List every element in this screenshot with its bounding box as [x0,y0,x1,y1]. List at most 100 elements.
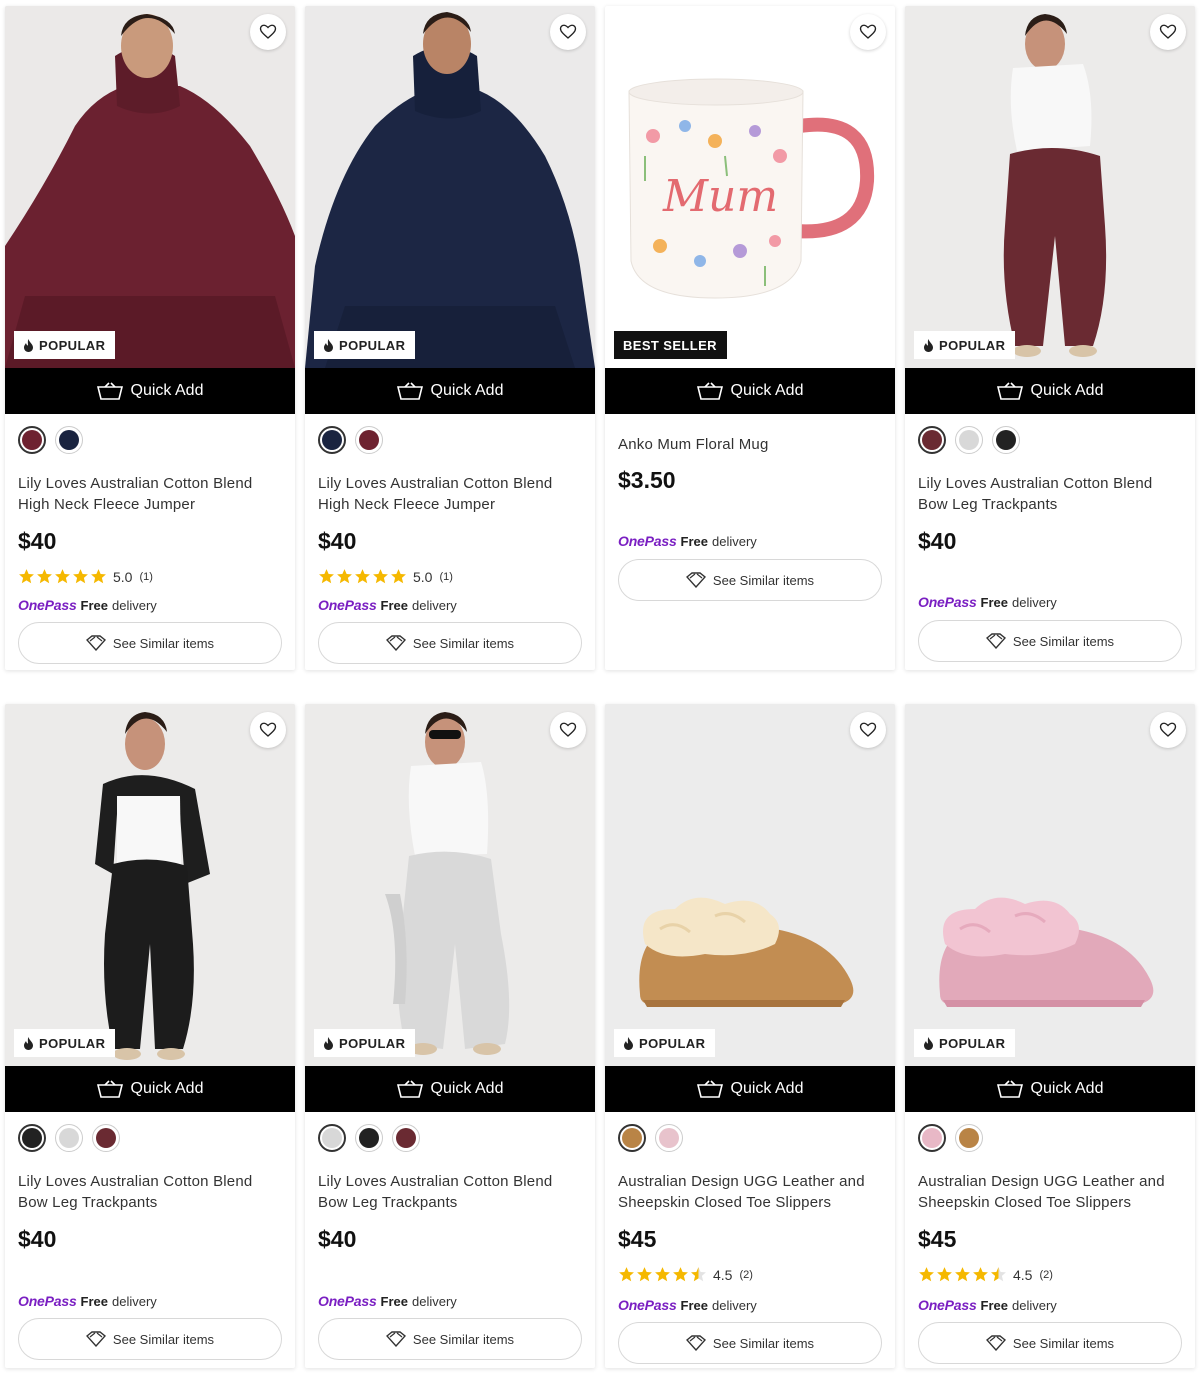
product-image[interactable]: POPULAR [605,704,895,1066]
color-swatch[interactable] [318,1124,346,1152]
onepass-delivery: OnePass Free delivery [318,1293,457,1309]
color-swatch[interactable] [355,1124,383,1152]
badge-label: POPULAR [339,337,406,353]
see-similar-button[interactable]: See Similar items [318,622,582,664]
product-card[interactable]: Mum BEST SELLER Quick Add Anko Mum Flora… [605,6,895,670]
product-grid: POPULAR Quick Add Lily Loves Australian … [0,0,1200,1377]
product-image[interactable]: POPULAR [5,704,295,1066]
basket-icon [996,382,1023,400]
see-similar-label: See Similar items [1012,633,1115,649]
free-label: Free [80,1293,108,1309]
color-swatch[interactable] [392,1124,420,1152]
similar-icon [685,572,706,588]
see-similar-button[interactable]: See Similar items [618,1322,882,1364]
star-icon [355,569,370,584]
onepass-delivery: OnePass Free delivery [618,1297,757,1313]
wishlist-button[interactable] [850,14,886,50]
color-swatch[interactable] [955,426,983,454]
product-title[interactable]: Lily Loves Australian Cotton Blend High … [318,473,582,515]
quick-add-button[interactable]: Quick Add [5,368,295,414]
see-similar-label: See Similar items [412,635,515,651]
product-image[interactable]: POPULAR [905,6,1195,368]
star-icon [955,1267,970,1282]
product-image[interactable]: POPULAR [305,6,595,368]
see-similar-button[interactable]: See Similar items [18,622,282,664]
color-swatch[interactable] [618,1124,646,1152]
rating-value: 4.5 [1013,1266,1033,1283]
quick-add-button[interactable]: Quick Add [5,1066,295,1112]
free-label: Free [680,533,708,549]
color-swatch[interactable] [918,1124,946,1152]
delivery-label: delivery [112,597,157,613]
onepass-logo: OnePass [18,597,77,613]
color-swatch[interactable] [55,1124,83,1152]
wishlist-button[interactable] [550,712,586,748]
quick-add-button[interactable]: Quick Add [305,368,595,414]
onepass-delivery: OnePass Free delivery [918,1297,1057,1313]
color-swatch[interactable] [318,426,346,454]
color-swatch[interactable] [355,426,383,454]
product-image[interactable]: POPULAR [905,704,1195,1066]
color-swatch[interactable] [655,1124,683,1152]
see-similar-button[interactable]: See Similar items [318,1318,582,1360]
color-swatch[interactable] [18,426,46,454]
product-card[interactable]: POPULAR Quick Add Australian Design UGG … [905,704,1195,1368]
delivery-label: delivery [112,1293,157,1309]
product-card[interactable]: POPULAR Quick Add Australian Design UGG … [605,704,895,1368]
product-card[interactable]: POPULAR Quick Add Lily Loves Australian … [305,704,595,1368]
quick-add-button[interactable]: Quick Add [605,368,895,414]
color-swatch[interactable] [55,426,83,454]
see-similar-button[interactable]: See Similar items [918,1322,1182,1364]
product-title[interactable]: Lily Loves Australian Cotton Blend High … [18,473,282,515]
product-image[interactable]: POPULAR [5,6,295,368]
wishlist-button[interactable] [1150,14,1186,50]
badge-label: POPULAR [939,1035,1006,1051]
product-card[interactable]: POPULAR Quick Add Lily Loves Australian … [5,6,295,670]
product-image[interactable]: POPULAR [305,704,595,1066]
product-title[interactable]: Lily Loves Australian Cotton Blend Bow L… [918,473,1182,515]
color-swatch[interactable] [92,1124,120,1152]
flame-icon [324,338,333,352]
see-similar-button[interactable]: See Similar items [618,559,882,601]
product-title[interactable]: Lily Loves Australian Cotton Blend Bow L… [18,1171,282,1213]
flame-icon [24,338,33,352]
product-card[interactable]: POPULAR Quick Add Lily Loves Australian … [305,6,595,670]
color-swatch[interactable] [18,1124,46,1152]
popular-badge: POPULAR [14,331,116,359]
product-title[interactable]: Anko Mum Floral Mug [618,434,882,455]
wishlist-button[interactable] [250,14,286,50]
onepass-logo: OnePass [18,1293,77,1309]
delivery-label: delivery [712,533,757,549]
see-similar-label: See Similar items [412,1331,515,1347]
color-swatch[interactable] [992,426,1020,454]
product-price: $45 [618,1226,657,1252]
quick-add-label: Quick Add [1030,382,1104,399]
flame-icon [924,338,933,352]
color-swatch[interactable] [918,426,946,454]
onepass-delivery: OnePass Free delivery [618,533,757,549]
onepass-logo: OnePass [918,594,977,610]
product-card[interactable]: POPULAR Quick Add Lily Loves Australian … [5,704,295,1368]
onepass-delivery: OnePass Free delivery [918,594,1057,610]
see-similar-label: See Similar items [1012,1335,1115,1351]
rating-stars [318,568,407,585]
quick-add-button[interactable]: Quick Add [605,1066,895,1112]
wishlist-button[interactable] [550,14,586,50]
product-title[interactable]: Australian Design UGG Leather and Sheeps… [618,1171,882,1213]
quick-add-button[interactable]: Quick Add [905,1066,1195,1112]
see-similar-button[interactable]: See Similar items [18,1318,282,1360]
product-image[interactable]: Mum BEST SELLER [605,6,895,368]
wishlist-button[interactable] [850,712,886,748]
free-label: Free [980,1297,1008,1313]
star-icon [937,1267,952,1282]
similar-icon [985,1335,1006,1351]
color-swatch[interactable] [955,1124,983,1152]
wishlist-button[interactable] [250,712,286,748]
product-title[interactable]: Australian Design UGG Leather and Sheeps… [918,1171,1182,1213]
quick-add-button[interactable]: Quick Add [905,368,1195,414]
quick-add-button[interactable]: Quick Add [305,1066,595,1112]
see-similar-button[interactable]: See Similar items [918,620,1182,662]
product-title[interactable]: Lily Loves Australian Cotton Blend Bow L… [318,1171,582,1213]
wishlist-button[interactable] [1150,712,1186,748]
product-card[interactable]: POPULAR Quick Add Lily Loves Australian … [905,6,1195,670]
